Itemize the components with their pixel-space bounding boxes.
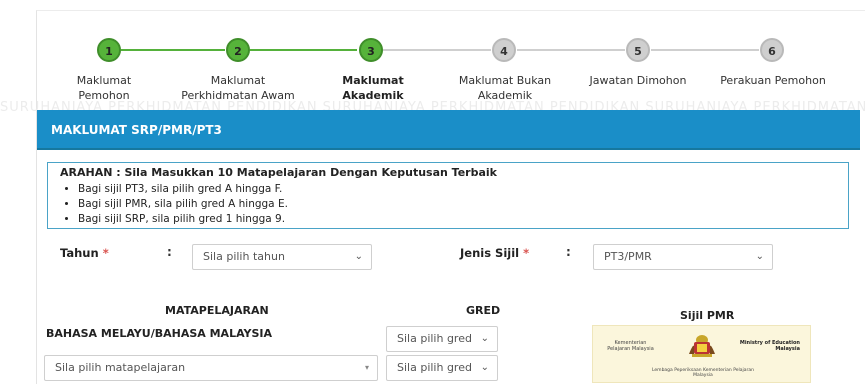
step-5-circle[interactable]: 5 bbox=[626, 38, 650, 62]
grade-select[interactable]: Sila pilih gred ⌄ bbox=[386, 326, 498, 352]
certificate-bottom-text: Lembaga Peperiksaan Kementerian Pelajara… bbox=[651, 368, 754, 378]
instructions-title: ARAHAN : Sila Masukkan 10 Matapelajaran … bbox=[60, 166, 497, 179]
malaysia-crest-icon bbox=[689, 335, 715, 357]
step-4-label: Maklumat Bukan Akademik bbox=[458, 74, 552, 102]
grade-select-value: Sila pilih gred bbox=[397, 332, 472, 345]
instruction-item: Bagi sijil PT3, sila pilih gred A hingga… bbox=[78, 182, 836, 197]
subject-select-value: Sila pilih matapelajaran bbox=[55, 361, 186, 374]
chevron-down-icon: ⌄ bbox=[480, 333, 489, 344]
step-6-circle[interactable]: 6 bbox=[760, 38, 784, 62]
colon-separator: : bbox=[167, 245, 172, 259]
jenis-sijil-select[interactable]: PT3/PMR ⌄ bbox=[593, 244, 773, 270]
step-4-circle[interactable]: 4 bbox=[492, 38, 516, 62]
instruction-item: Bagi sijil SRP, sila pilih gred 1 hingga… bbox=[78, 212, 836, 227]
step-connector bbox=[517, 49, 625, 51]
step-6-label: Perakuan Pemohon bbox=[720, 74, 826, 87]
instructions-list: Bagi sijil PT3, sila pilih gred A hingga… bbox=[60, 182, 836, 227]
certificate-title: Sijil PMR bbox=[680, 309, 735, 322]
instruction-item: Bagi sijil PMR, sila pilih gred A hingga… bbox=[78, 197, 836, 212]
step-2-label: Maklumat Perkhidmatan Awam bbox=[181, 74, 295, 102]
grade-select[interactable]: Sila pilih gred ⌄ bbox=[386, 355, 498, 381]
tahun-label-text: Tahun bbox=[60, 246, 99, 260]
certificate-image: Kementerian Pelajaran Malaysia Ministry … bbox=[592, 325, 811, 383]
step-connector bbox=[383, 49, 491, 51]
chevron-down-icon: ⌄ bbox=[480, 362, 489, 373]
chevron-down-icon: ⌄ bbox=[755, 251, 764, 262]
step-3-label: Maklumat Akademik bbox=[342, 74, 404, 102]
chevron-down-icon: ▾ bbox=[364, 363, 369, 372]
step-3-circle[interactable]: 3 bbox=[359, 38, 383, 62]
required-marker: * bbox=[523, 246, 530, 260]
section-title: MAKLUMAT SRP/PMR/PT3 bbox=[37, 110, 860, 150]
tahun-select[interactable]: Sila pilih tahun ⌄ bbox=[192, 244, 372, 270]
tahun-label: Tahun * bbox=[60, 246, 109, 260]
required-marker: * bbox=[102, 246, 109, 260]
step-2-circle[interactable]: 2 bbox=[226, 38, 250, 62]
jenis-sijil-label-text: Jenis Sijil bbox=[460, 246, 520, 260]
certificate-right-text: Ministry of Education Malaysia bbox=[739, 340, 800, 352]
step-1-label: Maklumat Pemohon bbox=[76, 74, 132, 102]
progress-stepper: 1 2 3 4 5 6 Maklumat Pemohon Maklumat Pe… bbox=[0, 0, 865, 110]
jenis-sijil-label: Jenis Sijil * bbox=[460, 246, 529, 260]
grade-select-value: Sila pilih gred bbox=[397, 361, 472, 374]
matapelajaran-header: MATAPELAJARAN bbox=[165, 304, 269, 317]
step-connector bbox=[121, 49, 225, 51]
step-5-label: Jawatan Dimohon bbox=[589, 74, 687, 87]
chevron-down-icon: ⌄ bbox=[354, 251, 363, 262]
step-connector bbox=[651, 49, 759, 51]
instructions-box: ARAHAN : Sila Masukkan 10 Matapelajaran … bbox=[47, 162, 849, 229]
tahun-select-value: Sila pilih tahun bbox=[203, 250, 285, 263]
colon-separator: : bbox=[566, 245, 571, 259]
gred-header: GRED bbox=[466, 304, 501, 317]
step-connector bbox=[250, 49, 357, 51]
certificate-left-text: Kementerian Pelajaran Malaysia bbox=[607, 340, 654, 352]
subject-select[interactable]: Sila pilih matapelajaran ▾ bbox=[44, 355, 378, 381]
subject-name: BAHASA MELAYU/BAHASA MALAYSIA bbox=[46, 327, 273, 340]
step-1-circle[interactable]: 1 bbox=[97, 38, 121, 62]
jenis-sijil-select-value: PT3/PMR bbox=[604, 250, 652, 263]
